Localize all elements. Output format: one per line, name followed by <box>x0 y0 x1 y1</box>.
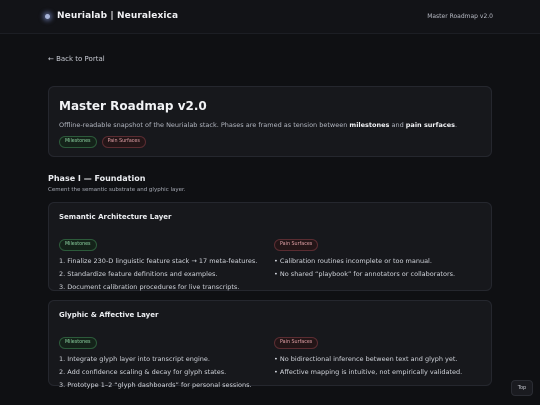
page-subtitle: Offline-readable snapshot of the Neurial… <box>59 121 457 129</box>
milestones-list: 1. Integrate glyph layer into transcript… <box>59 355 269 389</box>
pain-surfaces-list: • No bidirectional inference between tex… <box>274 355 484 376</box>
layer-card-glyphic: Glyphic & Affective Layer Milestones 1. … <box>48 300 492 389</box>
subtitle-text-mid: and <box>389 121 406 129</box>
milestone-item: 1. Finalize 230-D linguistic feature sta… <box>59 257 258 265</box>
milestone-item: 2. Standardize feature definitions and e… <box>59 270 218 279</box>
hero-card: Master Roadmap v2.0 Offline-readable sna… <box>48 86 492 157</box>
pain-item: • No shared “playbook” for annotators or… <box>274 270 456 279</box>
milestones-chip: Milestones <box>59 136 97 148</box>
scroll-to-top-button[interactable]: Top <box>511 380 533 396</box>
subtitle-text-end: . <box>455 121 458 129</box>
pain-item: • Affective mapping is intuitive, not em… <box>274 368 463 377</box>
milestones-chip: Milestones <box>59 337 97 349</box>
pain-surfaces-column: Pain Surfaces • Calibration routines inc… <box>274 230 484 283</box>
layer-title: Semantic Architecture Layer <box>59 213 172 221</box>
milestone-item: 3. Prototype 1–2 “glyph dashboards” for … <box>59 381 252 390</box>
layer-title: Glyphic & Affective Layer <box>59 311 159 319</box>
legend-chips: Milestones Pain Surfaces <box>59 136 146 148</box>
back-to-portal-link[interactable]: ← Back to Portal <box>48 55 105 63</box>
brand-logo-dot-icon <box>45 13 50 19</box>
brand[interactable]: Neurialab | Neuralexica <box>45 11 178 21</box>
subtitle-milestones-term: milestones <box>349 121 390 129</box>
layer-card-semantic: Semantic Architecture Layer Milestones 1… <box>48 202 492 291</box>
milestones-chip: Milestones <box>59 239 97 251</box>
pain-surfaces-chip: Pain Surfaces <box>274 337 319 349</box>
phase-subtitle: Cement the semantic substrate and glyphi… <box>48 187 186 193</box>
top-bar: Neurialab | Neuralexica Master Roadmap v… <box>0 0 540 34</box>
page-title: Master Roadmap v2.0 <box>59 99 207 113</box>
pain-surfaces-chip: Pain Surfaces <box>101 136 146 148</box>
milestone-item: 1. Integrate glyph layer into transcript… <box>59 355 210 363</box>
milestones-list: 1. Finalize 230-D linguistic feature sta… <box>59 257 269 291</box>
pain-item: • No bidirectional inference between tex… <box>274 355 458 363</box>
version-label: Master Roadmap v2.0 <box>427 13 493 20</box>
pain-item: • Calibration routines incomplete or too… <box>274 257 432 265</box>
pain-surfaces-list: • Calibration routines incomplete or too… <box>274 257 484 278</box>
milestones-column: Milestones 1. Finalize 230-D linguistic … <box>59 230 269 297</box>
pain-surfaces-column: Pain Surfaces • No bidirectional inferen… <box>274 328 484 381</box>
pain-surfaces-chip: Pain Surfaces <box>274 239 319 251</box>
milestone-item: 2. Add confidence scaling & decay for gl… <box>59 368 227 377</box>
milestone-item: 3. Document calibration procedures for l… <box>59 283 240 292</box>
subtitle-pain-term: pain surfaces <box>405 121 455 129</box>
subtitle-text-start: Offline-readable snapshot of the Neurial… <box>59 121 350 129</box>
phase-title: Phase I — Foundation <box>48 174 146 183</box>
milestones-column: Milestones 1. Integrate glyph layer into… <box>59 328 269 395</box>
brand-name: Neurialab | Neuralexica <box>57 11 179 21</box>
